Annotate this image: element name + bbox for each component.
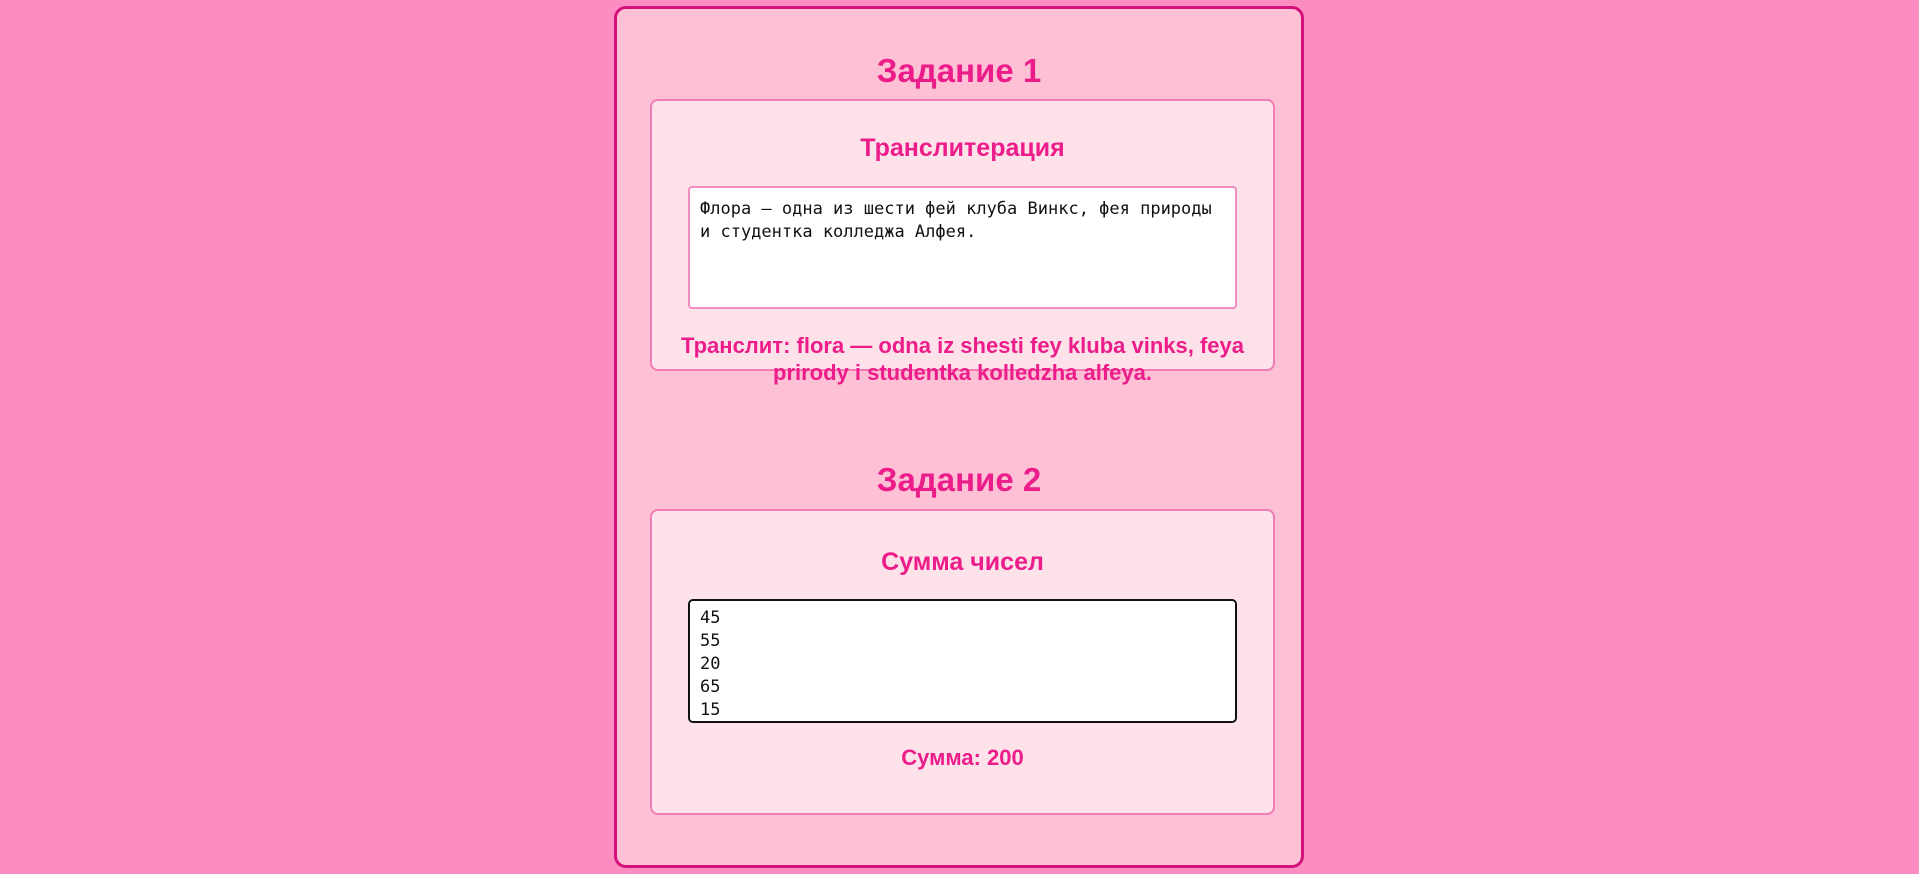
transliteration-result-value: flora — odna iz shesti fey kluba vinks, … [773,333,1244,385]
transliteration-card: Транслитерация Флора — одна из шести фей… [650,99,1275,385]
task1-heading: Задание 1 [876,52,1042,89]
numbers-input[interactable]: 45 55 20 65 15 [688,599,1237,723]
sum-result-label: Сумма: [901,745,988,770]
transliteration-input[interactable]: Флора — одна из шести фей клуба Винкс, ф… [688,186,1237,309]
sum-card: Сумма чисел 45 55 20 65 15 Сумма: 200 [650,509,1275,815]
transliteration-result: Транслит: flora — odna iz shesti fey klu… [652,332,1273,386]
task2-heading: Задание 2 [876,461,1042,498]
sum-result-value: 200 [987,745,1024,770]
transliteration-title: Транслитерация [860,134,1065,162]
transliteration-result-label: Транслит: [681,333,797,358]
sum-result: Сумма: 200 [652,744,1273,771]
main-container: Задание 1 Транслитерация Флора — одна из… [614,6,1304,868]
sum-title: Сумма чисел [881,548,1044,576]
